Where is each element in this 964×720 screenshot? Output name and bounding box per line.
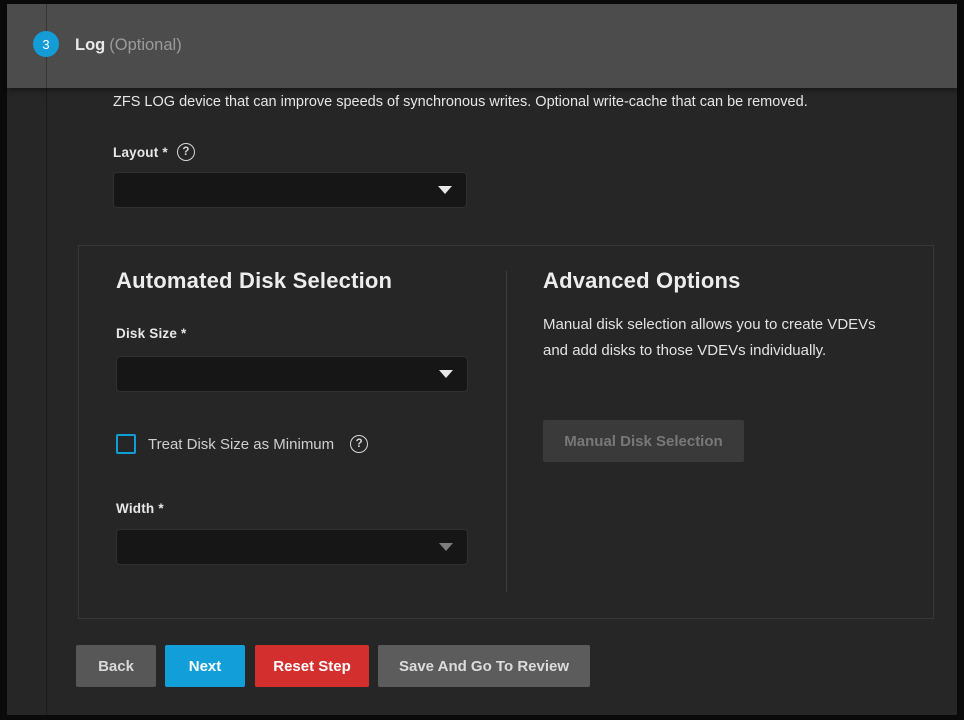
- chevron-down-icon: [439, 543, 453, 551]
- step-title: Log(Optional): [75, 36, 182, 55]
- help-icon[interactable]: ?: [177, 143, 195, 161]
- pool-wizard-screen: 3 Log(Optional) ZFS LOG device that can …: [0, 0, 964, 720]
- width-label: Width *: [116, 501, 164, 516]
- chevron-down-icon: [439, 370, 453, 378]
- layout-label: Layout *: [113, 145, 168, 160]
- step-number-badge[interactable]: 3: [33, 31, 59, 57]
- advanced-options-title: Advanced Options: [543, 268, 741, 294]
- step-number: 3: [42, 37, 49, 52]
- wizard-step-panel: 3 Log(Optional) ZFS LOG device that can …: [7, 4, 957, 715]
- back-button[interactable]: Back: [76, 645, 156, 687]
- save-and-go-to-review-button[interactable]: Save And Go To Review: [378, 645, 590, 687]
- layout-select[interactable]: [113, 172, 467, 208]
- step-description: ZFS LOG device that can improve speeds o…: [113, 94, 873, 110]
- reset-step-button[interactable]: Reset Step: [255, 645, 369, 687]
- help-icon[interactable]: ?: [350, 435, 368, 453]
- manual-disk-selection-button[interactable]: Manual Disk Selection: [543, 420, 744, 462]
- width-label-row: Width *: [116, 501, 164, 516]
- next-button[interactable]: Next: [165, 645, 245, 687]
- card-column-divider: [506, 271, 507, 592]
- treat-min-label[interactable]: Treat Disk Size as Minimum: [148, 436, 334, 453]
- step-optional-label: (Optional): [109, 36, 181, 54]
- width-select[interactable]: [116, 529, 468, 565]
- advanced-options-description: Manual disk selection allows you to crea…: [543, 312, 895, 364]
- chevron-down-icon: [438, 186, 452, 194]
- disk-selection-card: Automated Disk Selection Disk Size * Tre…: [78, 245, 934, 619]
- treat-min-checkbox[interactable]: [116, 434, 136, 454]
- disk-size-label: Disk Size *: [116, 326, 187, 341]
- disk-size-select[interactable]: [116, 356, 468, 392]
- stepper-connector-line: [46, 4, 47, 715]
- automated-disk-selection-title: Automated Disk Selection: [116, 268, 392, 294]
- disk-size-label-row: Disk Size *: [116, 326, 187, 341]
- step-title-text: Log: [75, 36, 105, 54]
- layout-field-label-row: Layout * ?: [113, 143, 195, 161]
- treat-min-row: Treat Disk Size as Minimum ?: [116, 434, 368, 454]
